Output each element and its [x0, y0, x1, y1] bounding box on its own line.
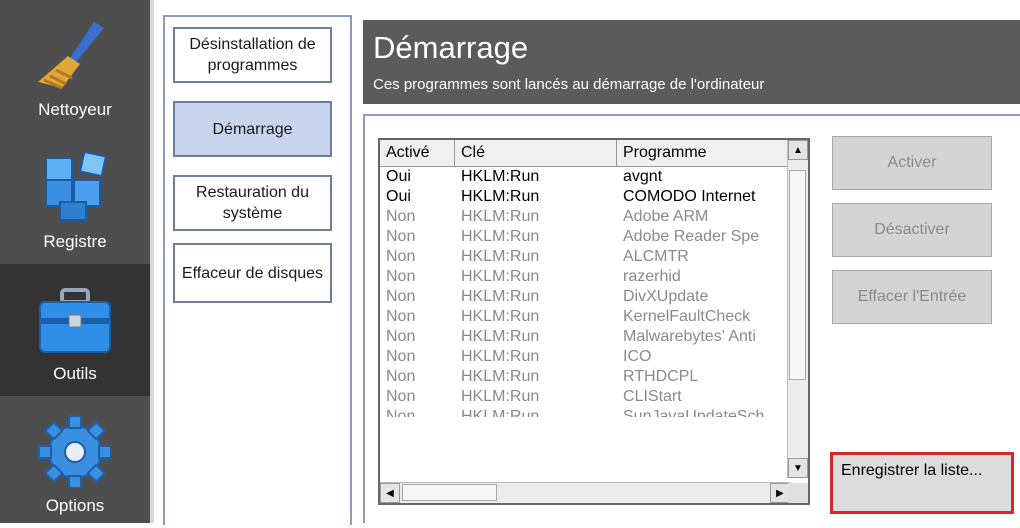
table-row[interactable]: Non HKLM:Run CLIStart [380, 387, 790, 407]
cell-program: KernelFaultCheck [623, 308, 751, 325]
scrollbar-corner [788, 483, 808, 503]
cell-key: HKLM:Run [461, 188, 540, 205]
cell-active: Non [386, 248, 416, 265]
cell-active: Non [386, 408, 416, 417]
cell-active: Non [386, 388, 416, 405]
sidebar-item-options[interactable]: Options [0, 396, 150, 528]
page-header: Démarrage Ces programmes sont lancés au … [363, 20, 1020, 104]
cell-program: ICO [623, 348, 652, 365]
vertical-scrollbar[interactable]: ▲ ▼ [787, 140, 808, 478]
table-row[interactable]: Non HKLM:Run ALCMTR [380, 247, 790, 267]
cell-program: Adobe Reader Spe [623, 228, 760, 245]
deactivate-button[interactable]: Désactiver [832, 203, 992, 257]
cell-key: HKLM:Run [461, 348, 540, 365]
table-row[interactable]: Non HKLM:Run DivXUpdate [380, 287, 790, 307]
cell-key: HKLM:Run [461, 168, 540, 185]
cell-program: avgnt [623, 168, 663, 185]
column-header-active[interactable]: Activé [380, 140, 455, 166]
table-row[interactable]: Non HKLM:Run Adobe Reader Spe [380, 227, 790, 247]
tools-subnav: Désinstallation de programmes Démarrage … [163, 15, 352, 525]
horizontal-scrollbar[interactable]: ◀ ▶ [380, 482, 790, 503]
cell-active: Non [386, 268, 416, 285]
table-row[interactable]: Non HKLM:Run KernelFaultCheck [380, 307, 790, 327]
cell-program: CLIStart [623, 388, 682, 405]
cell-program: Malwarebytes' Anti [623, 328, 756, 345]
cell-active: Non [386, 328, 416, 345]
table-row[interactable]: Oui HKLM:Run COMODO Internet [380, 187, 790, 207]
cell-program: SunJavaUpdateSch [623, 408, 765, 417]
page-subtitle: Ces programmes sont lancés au démarrage … [373, 76, 765, 93]
table-row[interactable]: Non HKLM:Run RTHDCPL [380, 367, 790, 387]
page-title: Démarrage [373, 30, 529, 65]
sidebar-item-nettoyeur[interactable]: Nettoyeur [0, 0, 150, 132]
cell-active: Oui [386, 188, 411, 205]
table-row[interactable]: Non HKLM:Run Adobe ARM [380, 207, 790, 227]
table-body: Oui HKLM:Run avgnt Oui HKLM:Run COMODO Inter… [380, 167, 790, 417]
sidebar-item-label: Registre [43, 232, 107, 251]
cell-active: Non [386, 308, 416, 325]
subnav-item-restauration[interactable]: Restauration du système [173, 175, 332, 231]
registry-cubes-icon [32, 150, 118, 224]
subnav-item-effaceur[interactable]: Effaceur de disques [173, 243, 332, 303]
cell-key: HKLM:Run [461, 268, 540, 285]
broom-icon [32, 18, 118, 92]
toolbox-icon [32, 282, 118, 356]
cell-program: COMODO Internet [623, 188, 756, 205]
cell-active: Non [386, 348, 416, 365]
cell-key: HKLM:Run [461, 228, 540, 245]
column-header-key[interactable]: Clé [455, 140, 617, 166]
cell-key: HKLM:Run [461, 288, 540, 305]
table-row[interactable]: Non HKLM:Run Malwarebytes' Anti [380, 327, 790, 347]
cell-active: Non [386, 288, 416, 305]
sidebar-item-registre[interactable]: Registre [0, 132, 150, 264]
main-sidebar: Nettoyeur Registre Outils Options [0, 0, 154, 523]
cell-key: HKLM:Run [461, 248, 540, 265]
cell-active: Oui [386, 168, 411, 185]
column-header-program[interactable]: Programme [617, 140, 790, 166]
cell-program: RTHDCPL [623, 368, 699, 385]
table-row[interactable]: Non HKLM:Run razerhid [380, 267, 790, 287]
scroll-left-icon[interactable]: ◀ [380, 483, 400, 503]
horizontal-scroll-thumb[interactable] [402, 484, 497, 501]
cell-program: DivXUpdate [623, 288, 709, 305]
activate-button[interactable]: Activer [832, 136, 992, 190]
gear-icon [32, 414, 118, 488]
cell-key: HKLM:Run [461, 328, 540, 345]
sidebar-item-outils[interactable]: Outils [0, 264, 150, 396]
cell-active: Non [386, 368, 416, 385]
cell-key: HKLM:Run [461, 208, 540, 225]
cell-active: Non [386, 208, 416, 225]
scroll-right-icon[interactable]: ▶ [770, 483, 790, 503]
sidebar-item-label: Outils [53, 364, 97, 383]
subnav-item-demarrage[interactable]: Démarrage [173, 101, 332, 157]
cell-key: HKLM:Run [461, 388, 540, 405]
cell-key: HKLM:Run [461, 408, 540, 417]
cell-program: razerhid [623, 268, 681, 285]
table-row[interactable]: Oui HKLM:Run avgnt [380, 167, 790, 187]
save-list-button[interactable]: Enregistrer la liste... [830, 452, 1014, 514]
scroll-up-icon[interactable]: ▲ [788, 140, 808, 160]
cell-program: Adobe ARM [623, 208, 709, 225]
cell-key: HKLM:Run [461, 308, 540, 325]
cell-active: Non [386, 228, 416, 245]
delete-entry-button[interactable]: Effacer l'Entrée [832, 270, 992, 324]
startup-programs-table[interactable]: Activé Clé Programme Oui HKLM:Run avgnt Ou… [378, 138, 810, 505]
cell-key: HKLM:Run [461, 368, 540, 385]
table-row[interactable]: Non HKLM:Run ICO [380, 347, 790, 367]
sidebar-item-label: Options [45, 496, 105, 515]
table-row[interactable]: Non HKLM:Run SunJavaUpdateSch [380, 407, 790, 417]
sidebar-item-label: Nettoyeur [38, 100, 112, 119]
subnav-item-desinstallation[interactable]: Désinstallation de programmes [173, 27, 332, 83]
scroll-down-icon[interactable]: ▼ [788, 458, 808, 478]
table-header: Activé Clé Programme [380, 140, 790, 167]
cell-program: ALCMTR [623, 248, 689, 265]
vertical-scroll-thumb[interactable] [789, 170, 806, 380]
